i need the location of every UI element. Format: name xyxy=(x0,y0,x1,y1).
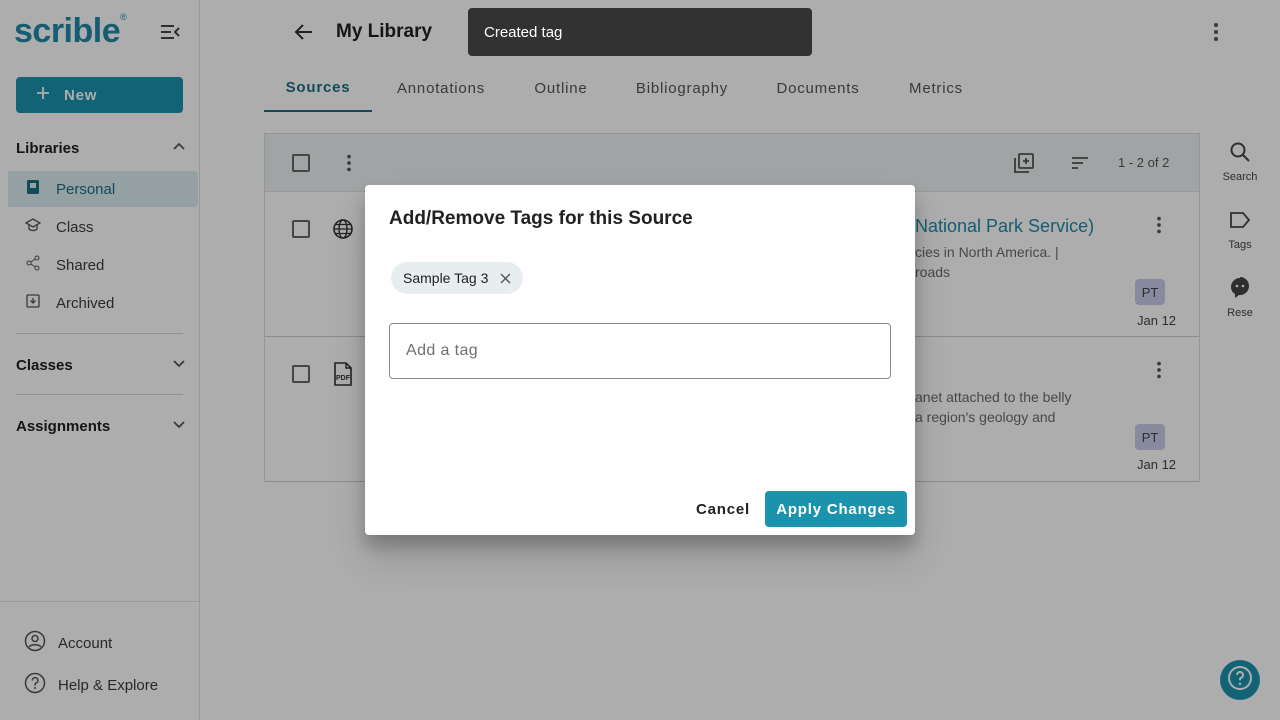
snackbar: Created tag xyxy=(468,8,812,56)
snackbar-message: Created tag xyxy=(484,23,563,41)
tag-chip-label: Sample Tag 3 xyxy=(403,270,489,286)
remove-tag-icon[interactable] xyxy=(497,270,513,286)
add-tag-input[interactable] xyxy=(389,323,891,379)
apply-changes-button[interactable]: Apply Changes xyxy=(765,491,907,527)
tag-chip[interactable]: Sample Tag 3 xyxy=(391,262,524,294)
cancel-button[interactable]: Cancel xyxy=(687,491,759,527)
tags-dialog: Add/Remove Tags for this Source Sample T… xyxy=(365,185,915,535)
dialog-title: Add/Remove Tags for this Source xyxy=(389,208,693,229)
